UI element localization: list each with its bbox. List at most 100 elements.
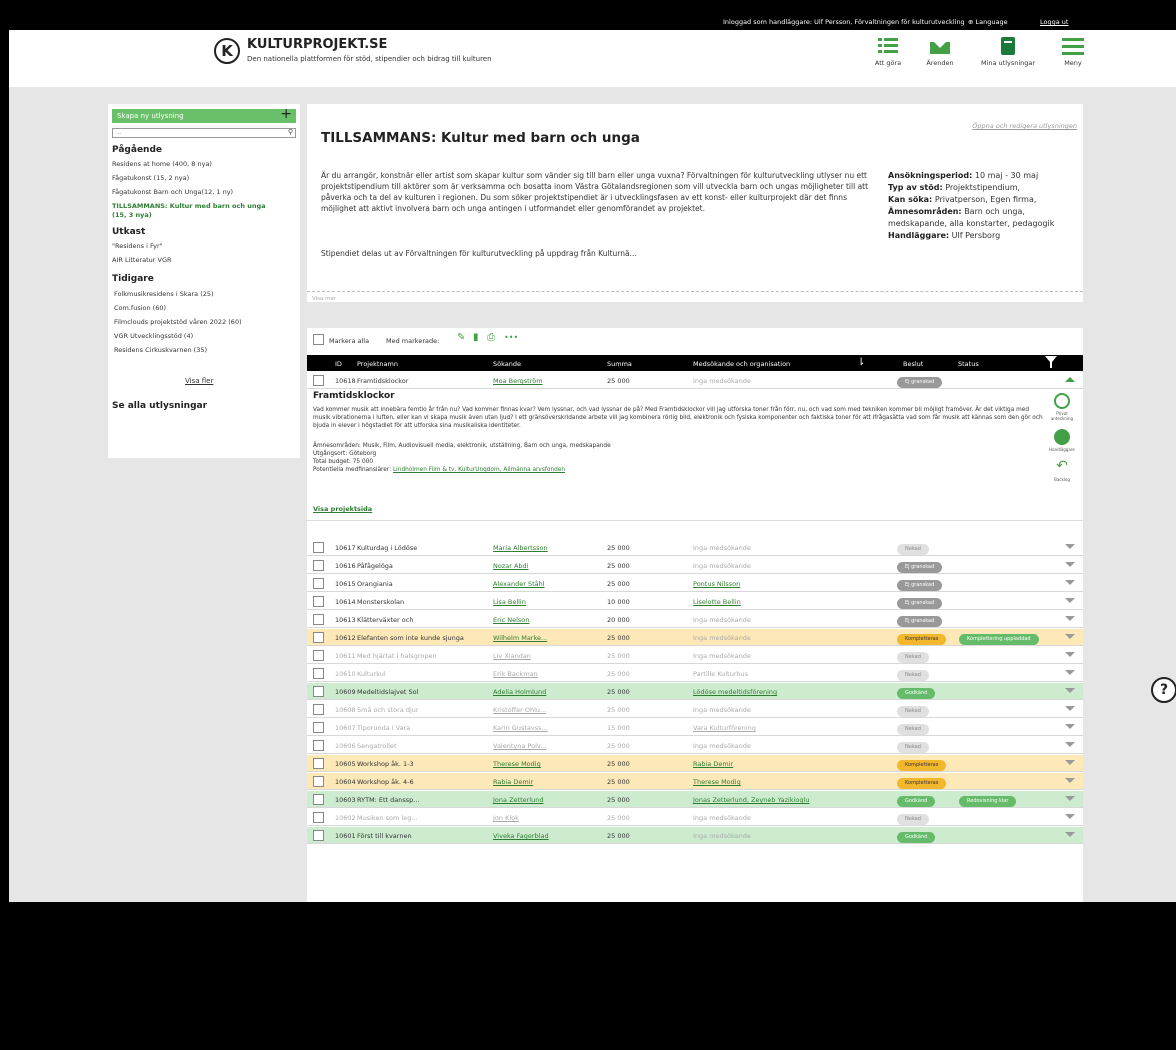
col-sum[interactable]: Summa [607, 360, 632, 368]
table-row[interactable]: 10617 Kulturdag i Lödöse Maria Albertsson 2… [307, 539, 1083, 556]
print-icon[interactable]: ⎙ [487, 332, 495, 343]
expand-icon[interactable] [1065, 580, 1075, 585]
sidebar-search-input[interactable]: ... ⚲ [112, 128, 296, 138]
expand-icon[interactable] [1065, 634, 1075, 639]
row-applicant-link[interactable]: Karin Gustavss... [493, 724, 548, 732]
row-checkbox[interactable] [313, 758, 324, 769]
table-row[interactable]: 10608 Små och stora djur Kristoffer Ohlu..… [307, 701, 1083, 718]
table-row[interactable]: 10611 Med hjärtat i halsgropen Liv Xiandan… [307, 647, 1083, 664]
row-checkbox[interactable] [313, 812, 324, 823]
row-checkbox[interactable] [313, 578, 324, 589]
col-applicant[interactable]: Sökande [493, 360, 521, 368]
more-icon[interactable]: ••• [504, 333, 518, 342]
row-applicant-link[interactable]: Rabia Demir [493, 778, 533, 786]
sidebar-item-ongoing[interactable]: Fågatukonst (15, 2 nya) [112, 174, 189, 182]
row-checkbox[interactable] [313, 668, 324, 679]
row-applicant-link[interactable]: Valentyna Polv... [493, 742, 546, 750]
nav-menu[interactable]: Meny [1046, 36, 1100, 67]
expand-icon[interactable] [1065, 670, 1075, 675]
private-note-button[interactable]: Privat anteckning [1047, 393, 1077, 421]
row-checkbox[interactable] [313, 794, 324, 805]
brand-name[interactable]: KULTURPROJEKT.SE [247, 37, 387, 52]
row-co[interactable]: Liselotte Bellin [693, 598, 741, 606]
nav-my-calls[interactable]: Mina utlysningar [971, 36, 1045, 67]
expand-icon[interactable] [1065, 688, 1075, 693]
select-all-checkbox[interactable] [313, 334, 324, 345]
table-row[interactable]: 10605 Workshop åk. 1-3 Therese Modig 25 000… [307, 755, 1083, 772]
sidebar-item-ongoing[interactable]: Residens at home (400, 8 nya) [112, 160, 212, 168]
table-row[interactable]: 10612 Elefanten som inte kunde sjunga Wilh… [307, 629, 1083, 646]
row-applicant-link[interactable]: Jona Zetterlund [493, 796, 543, 804]
row-co[interactable]: Pontus Nilsson [693, 580, 740, 588]
row-applicant-link[interactable]: Alexander Ståhl [493, 580, 545, 588]
table-row-expanded[interactable]: 10618 Framtidsklockor Moa Bergström 25 0… [307, 372, 1083, 389]
row-checkbox[interactable] [313, 776, 324, 787]
backlog-button[interactable]: ↶ Backlog [1047, 459, 1077, 482]
row-applicant-link[interactable]: Moa Bergström [493, 377, 543, 385]
row-checkbox[interactable] [313, 632, 324, 643]
col-name[interactable]: Projektnamn [357, 360, 398, 368]
cofunders-links[interactable]: Lindholmen Film & tv, KulturUngdom, Allm… [393, 467, 565, 473]
sidebar-item-active-count[interactable]: (15, 3 nya) [112, 211, 152, 219]
export-icon[interactable]: ▮ [473, 332, 479, 343]
help-button[interactable]: ? [1151, 677, 1176, 703]
expand-icon[interactable] [1065, 778, 1075, 783]
search-icon[interactable]: ⚲ [288, 128, 293, 136]
show-more-button[interactable]: Visa mer [312, 296, 336, 302]
table-row[interactable]: 10604 Workshop åk. 4-6 Rabia Demir 25 000 Th… [307, 773, 1083, 790]
table-row[interactable]: 10602 Musiken som leg... Jon Klok 25 000 Ing… [307, 809, 1083, 826]
sidebar-item-previous[interactable]: Residens Cirkuskvarnen (35) [114, 346, 207, 354]
col-status[interactable]: Status [958, 360, 979, 368]
table-row[interactable]: 10607 Tiporunda i Vara Karin Gustavss... 15… [307, 719, 1083, 736]
row-checkbox[interactable] [313, 830, 324, 841]
row-checkbox[interactable] [313, 686, 324, 697]
row-co[interactable]: Therese Modig [693, 778, 741, 786]
table-row[interactable]: 10610 Kulturkul Erik Backman 25 000 Partille… [307, 665, 1083, 682]
table-row[interactable]: 10606 Sengatrollet Valentyna Polv... 25 000… [307, 737, 1083, 754]
expand-icon[interactable] [1065, 544, 1075, 549]
logout-link[interactable]: Logga ut [1040, 18, 1068, 26]
row-co[interactable]: Rabia Demir [693, 760, 733, 768]
sidebar-item-previous[interactable]: VGR Utvecklingsstöd (4) [114, 332, 193, 340]
table-row[interactable]: 10614 Monsterskolan Lisa Bellin 10 000 Lisel… [307, 593, 1083, 610]
row-applicant-link[interactable]: Therese Modig [493, 760, 541, 768]
sidebar-item-active[interactable]: TILLSAMMANS: Kultur med barn och unga [112, 202, 266, 210]
expand-icon[interactable] [1065, 760, 1075, 765]
sidebar-item-previous[interactable]: Com.fusion (60) [114, 304, 166, 312]
row-applicant-link[interactable]: Adelia Holmlund [493, 688, 546, 696]
row-applicant-link[interactable]: Jon Klok [493, 814, 519, 822]
table-row[interactable]: 10603 RYTM: Ett danssp... Jona Zetterlund 2… [307, 791, 1083, 808]
nav-todo[interactable]: Att göra [861, 36, 915, 67]
expand-icon[interactable] [1065, 814, 1075, 819]
collapse-icon[interactable] [1065, 377, 1075, 382]
language-button[interactable]: ⊕ Language [968, 18, 1008, 26]
expand-icon[interactable] [1065, 742, 1075, 747]
sidebar-item-previous[interactable]: Filmclouds projektstöd våren 2022 (60) [114, 318, 242, 326]
sidebar-item-ongoing[interactable]: Fågatukonst Barn och Unga(12, 1 ny) [112, 188, 233, 196]
row-applicant-link[interactable]: Viveka Fagerblad [493, 832, 549, 840]
project-page-link[interactable]: Visa projektsida [313, 505, 372, 513]
row-checkbox[interactable] [313, 560, 324, 571]
table-row[interactable]: 10613 Klätterväxter och Eric Nelson 20 000 I… [307, 611, 1083, 628]
row-checkbox[interactable] [313, 375, 324, 386]
row-applicant-link[interactable]: Wilhelm Marke... [493, 634, 547, 642]
row-checkbox[interactable] [313, 542, 324, 553]
row-applicant-link[interactable]: Lisa Bellin [493, 598, 526, 606]
table-row[interactable]: 10601 Först till kvarnen Viveka Fagerblad 2… [307, 827, 1083, 844]
row-checkbox[interactable] [313, 704, 324, 715]
see-all-calls-link[interactable]: Se alla utlysningar [112, 401, 207, 411]
logo-icon[interactable]: K [214, 38, 240, 64]
expand-icon[interactable] [1065, 562, 1075, 567]
filter-icon[interactable] [1045, 356, 1057, 370]
row-checkbox[interactable] [313, 614, 324, 625]
row-checkbox[interactable] [313, 722, 324, 733]
row-applicant-link[interactable]: Kristoffer Ohlu... [493, 706, 546, 714]
row-applicant-link[interactable]: Liv Xiandan [493, 652, 531, 660]
row-co[interactable]: Jonas Zetterlund, Zeyneb Yazikioglu [693, 796, 809, 804]
row-applicant-link[interactable]: Eric Nelson [493, 616, 529, 624]
expand-icon[interactable] [1065, 598, 1075, 603]
row-checkbox[interactable] [313, 740, 324, 751]
col-decision[interactable]: Beslut [903, 360, 923, 368]
row-applicant-link[interactable]: Nozar Abdi [493, 562, 528, 570]
row-applicant-link[interactable]: Erik Backman [493, 670, 538, 678]
